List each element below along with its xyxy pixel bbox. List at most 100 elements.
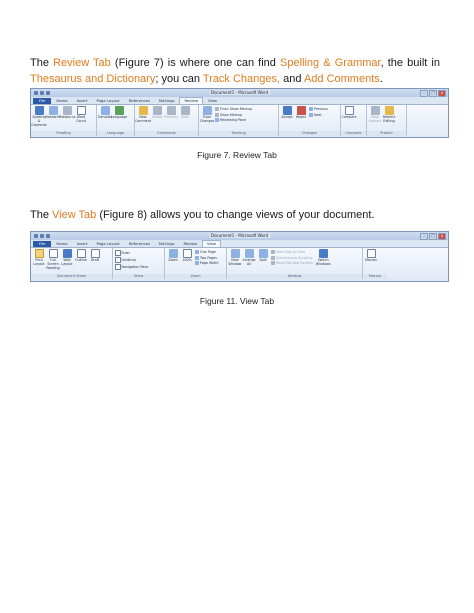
- language-button: Language: [111, 106, 127, 120]
- next-comment-button: Next: [179, 106, 191, 120]
- dropdown-label: Final: Show Markup: [220, 107, 252, 111]
- close-icon: ×: [438, 90, 446, 97]
- thesaurus-button: Thesaurus: [58, 106, 76, 120]
- split-icon: [258, 249, 268, 258]
- group-label: Changes: [279, 131, 340, 136]
- show-markup-icon: [215, 112, 219, 117]
- button-label: 100%: [182, 258, 192, 262]
- button-label: Restrict Editing: [382, 115, 396, 123]
- button-label: Block Authors: [368, 115, 382, 123]
- spelling-grammar-highlight: Spelling & Grammar: [280, 57, 381, 69]
- title-bar: Document1 - Microsoft Word – □ ×: [31, 89, 448, 97]
- tab-insert: Insert: [76, 98, 88, 103]
- draft-icon: [90, 249, 100, 258]
- view-side-by-side-button: View Side by Side: [271, 250, 313, 254]
- text-run: The: [30, 209, 53, 221]
- button-label: Page Width: [200, 261, 219, 265]
- button-label: One Page: [200, 250, 216, 254]
- checkbox-icon: [115, 264, 121, 270]
- word-logo-icon: [34, 91, 38, 95]
- button-label: Draft: [90, 258, 100, 262]
- accept-button: Accept: [281, 106, 293, 120]
- button-label: View Side by Side: [276, 250, 306, 254]
- button-label: Next: [314, 112, 322, 117]
- tab-file: File: [33, 241, 52, 247]
- changes-group: Accept Reject Previous Next Changes: [279, 105, 341, 136]
- tab-references: References: [128, 241, 150, 246]
- ruler-checkbox: Ruler: [115, 250, 162, 256]
- previous-change-button: Previous: [309, 107, 328, 111]
- compare-group: Compare Compare: [341, 105, 367, 136]
- maximize-icon: □: [429, 233, 437, 240]
- review-tab-highlight: Review Tab: [53, 57, 111, 69]
- button-label: New Window: [228, 258, 242, 266]
- tab-review: Review: [183, 241, 197, 246]
- group-label: Macros: [363, 274, 387, 279]
- track-changes-button: Track Changes: [199, 106, 215, 124]
- group-label: Show: [113, 274, 164, 279]
- review-ribbon-screenshot: Document1 - Microsoft Word – □ × File Home…: [30, 88, 449, 138]
- save-icon: [40, 91, 44, 95]
- text-run: ; you can: [155, 73, 203, 85]
- button-label: Track Changes: [199, 115, 215, 123]
- draft-button: Draft: [89, 249, 101, 263]
- view-ribbon-screenshot: Document1 - Microsoft Word – □ × File Home…: [30, 231, 449, 282]
- markup-icon: [215, 107, 219, 111]
- web-layout-button: Web Layout: [61, 249, 73, 267]
- figure-11-caption: Figure 11. View Tab: [199, 296, 275, 306]
- arrange-all-icon: [244, 249, 254, 258]
- thesaurus-icon: [62, 106, 72, 115]
- research-icon: [48, 106, 58, 115]
- magnifier-icon: [168, 249, 178, 258]
- new-window-button: New Window: [228, 249, 242, 267]
- button-label: Split: [259, 258, 267, 262]
- block-authors-button: Block Authors: [369, 106, 381, 124]
- protect-group: Block Authors Restrict Editing Protect: [367, 105, 407, 136]
- dropdown-label: Show Markup: [220, 112, 243, 117]
- text-run: .: [379, 73, 383, 85]
- document-page: { "paragraph1": { "t1": "The ", "review_…: [0, 0, 474, 613]
- button-label: Compare: [341, 115, 357, 119]
- restrict-editing-button: Restrict Editing: [383, 106, 395, 124]
- close-icon: ×: [438, 233, 446, 240]
- button-label: Accept: [281, 115, 293, 119]
- web-layout-icon: [62, 249, 72, 258]
- gridlines-checkbox: Gridlines: [115, 257, 162, 263]
- new-comment-button: New Comment: [135, 106, 151, 124]
- text-run: , the built in: [380, 57, 440, 69]
- switch-windows-button: Switch Windows: [315, 249, 331, 267]
- tab-page-layout: Page Layout: [96, 98, 120, 103]
- side-by-side-icon: [271, 250, 275, 254]
- tab-mailings: Mailings: [158, 241, 175, 246]
- page-width-icon: [195, 261, 199, 265]
- group-label: Comments: [135, 131, 198, 136]
- tab-view: View: [208, 98, 218, 103]
- macros-group: Macros Macros: [363, 248, 387, 279]
- window-group: New Window Arrange All Split View Side b…: [227, 248, 363, 279]
- two-pages-icon: [195, 255, 199, 260]
- minimize-icon: –: [420, 233, 428, 240]
- restrict-editing-icon: [384, 106, 394, 115]
- tab-insert: Insert: [76, 241, 88, 246]
- checkbox-icon: [115, 257, 121, 263]
- undo-icon: [46, 234, 50, 238]
- translate-icon: [100, 106, 110, 115]
- button-label: Switch Windows: [315, 258, 331, 266]
- button-label: Web Layout: [61, 258, 73, 266]
- text-run: and: [280, 73, 304, 85]
- word-count-button: Word Count: [75, 106, 87, 124]
- button-label: Macros: [365, 258, 377, 262]
- reject-button: Reject: [295, 106, 307, 120]
- checkbox-label: Navigation Pane: [121, 264, 149, 269]
- proofing-group: Spelling & Grammar Research Thesaurus Wo…: [31, 105, 97, 136]
- reviewing-pane-icon: [215, 118, 219, 122]
- delete-comment-button: Delete: [151, 106, 163, 120]
- zoom-100-icon: [182, 249, 192, 258]
- full-screen-reading-button: Full Screen Reading: [46, 249, 60, 270]
- group-label: Language: [97, 131, 134, 136]
- language-group: Translate Language Language: [97, 105, 135, 136]
- tab-references: References: [128, 98, 150, 103]
- ribbon-tabs: File Home Insert Page Layout References …: [31, 97, 448, 105]
- outline-button: Outline: [75, 249, 87, 263]
- one-page-icon: [195, 250, 199, 254]
